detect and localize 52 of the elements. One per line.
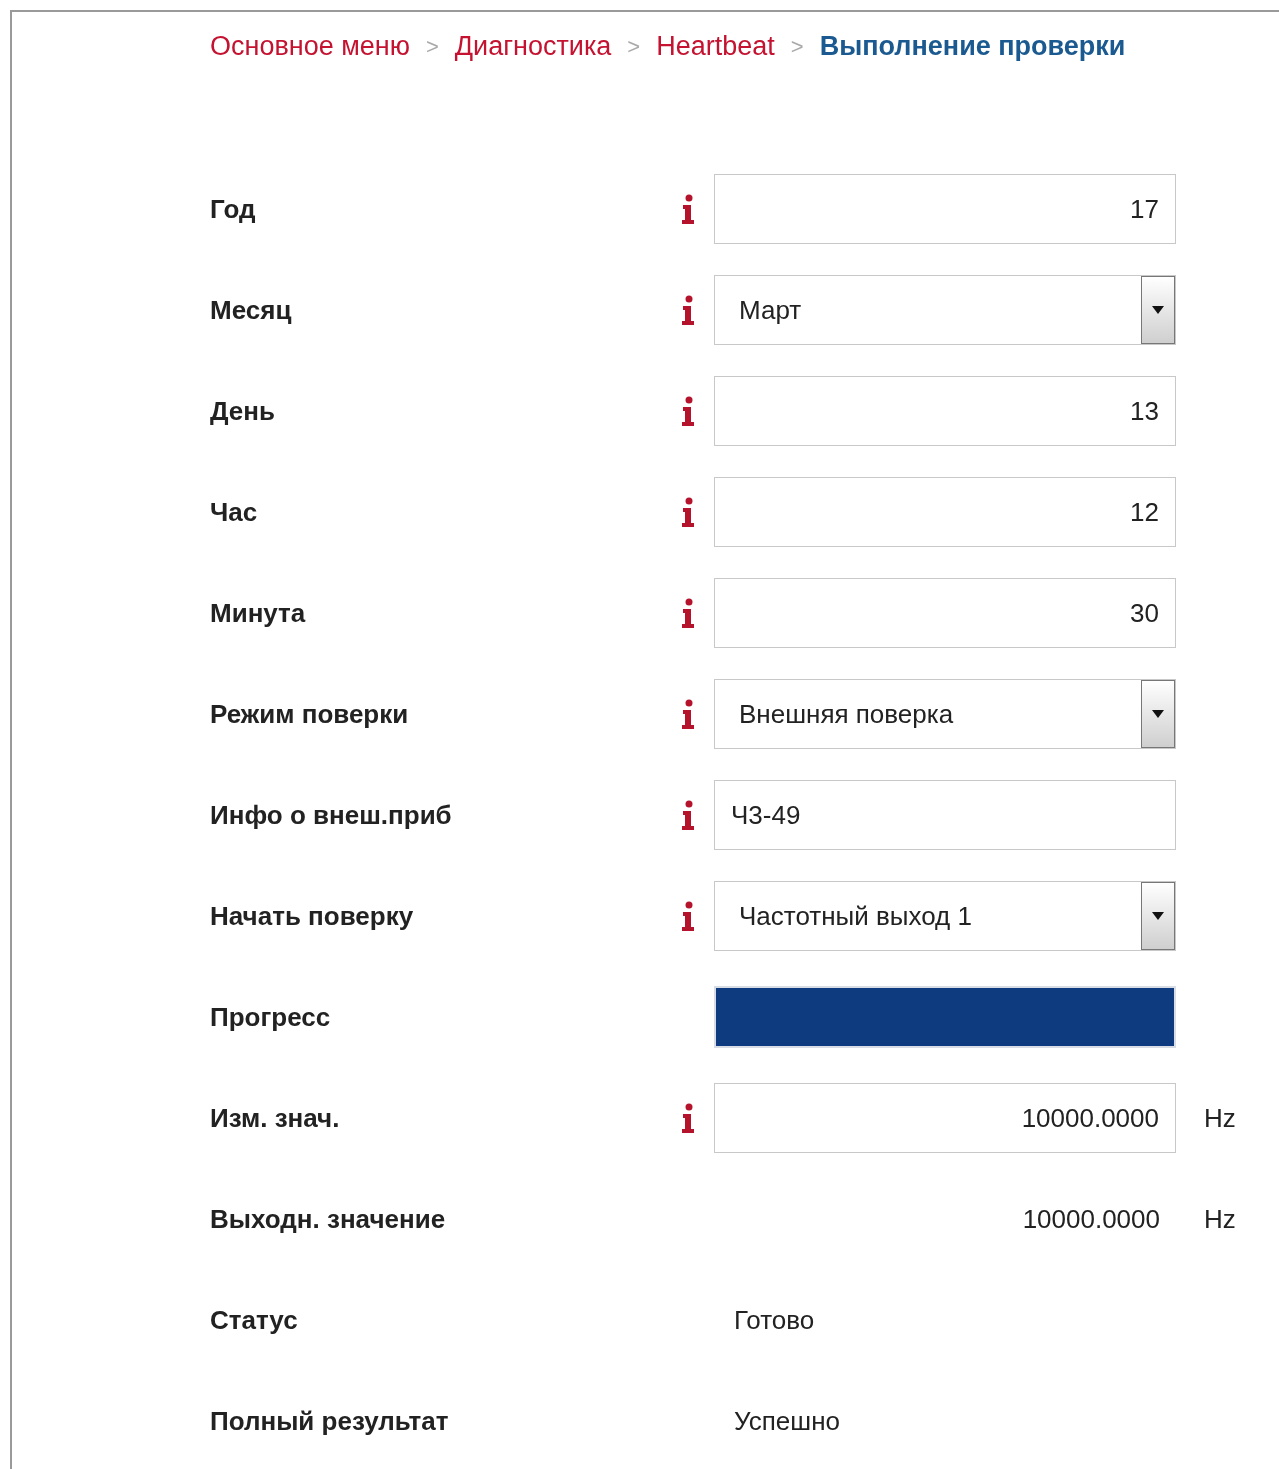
input-field[interactable]: 13	[714, 376, 1176, 446]
breadcrumb-separator: >	[790, 32, 804, 61]
field-label: Выходн. значение	[210, 1203, 446, 1234]
field-label: Прогресс	[210, 1001, 331, 1032]
info-icon[interactable]	[681, 598, 695, 628]
field-label: Час	[210, 496, 258, 527]
caret-icon	[1152, 306, 1164, 314]
info-icon[interactable]	[681, 1103, 695, 1133]
field-label: Год	[210, 193, 256, 224]
input-field[interactable]: Ч3-49	[714, 780, 1176, 850]
field-label: Минута	[210, 597, 306, 628]
input-field[interactable]: 17	[714, 174, 1176, 244]
info-icon[interactable]	[681, 194, 695, 224]
dropdown-button[interactable]	[1141, 276, 1175, 344]
status-text: Готово	[734, 1304, 815, 1335]
dropdown-button[interactable]	[1141, 882, 1175, 950]
unit-text: Hz	[1204, 1202, 1236, 1236]
info-icon[interactable]	[681, 901, 695, 931]
field-label: День	[210, 395, 275, 426]
breadcrumb-separator: >	[627, 32, 641, 61]
breadcrumb-link[interactable]: Основное меню	[210, 26, 410, 67]
breadcrumb-separator: >	[425, 32, 439, 61]
input-field[interactable]: 30	[714, 578, 1176, 648]
info-icon[interactable]	[681, 800, 695, 830]
field-label: Изм. знач.	[210, 1102, 340, 1133]
value-text: 10000.0000	[1022, 1202, 1160, 1236]
caret-icon	[1152, 710, 1164, 718]
field-label: Режим поверки	[210, 698, 409, 729]
dropdown-field[interactable]: Частотный выход 1	[714, 881, 1176, 951]
breadcrumb-link[interactable]: Heartbeat	[656, 26, 775, 67]
field-label: Месяц	[210, 294, 292, 325]
field-label: Полный результат	[210, 1405, 449, 1436]
breadcrumb-link[interactable]: Диагностика	[454, 26, 612, 67]
status-text: Успешно	[734, 1405, 840, 1436]
info-icon[interactable]	[681, 699, 695, 729]
caret-icon	[1152, 912, 1164, 920]
field-label: Начать поверку	[210, 900, 414, 931]
input-field[interactable]: 10000.0000	[714, 1083, 1176, 1153]
dropdown-button[interactable]	[1141, 680, 1175, 748]
info-icon[interactable]	[681, 295, 695, 325]
dropdown-value: Частотный выход 1	[739, 899, 972, 933]
unit-text: Hz	[1204, 1101, 1236, 1135]
breadcrumb-link[interactable]: Выполнение проверки	[819, 26, 1126, 67]
field-label: Статус	[210, 1304, 298, 1335]
info-icon[interactable]	[681, 497, 695, 527]
dropdown-value: Внешняя поверка	[739, 697, 954, 731]
input-field[interactable]: 12	[714, 477, 1176, 547]
dropdown-value: Март	[739, 293, 802, 327]
info-icon[interactable]	[681, 396, 695, 426]
field-label: Инфо о внеш.приб	[210, 799, 452, 830]
dropdown-field[interactable]: Внешняя поверка	[714, 679, 1176, 749]
dropdown-field[interactable]: Март	[714, 275, 1176, 345]
